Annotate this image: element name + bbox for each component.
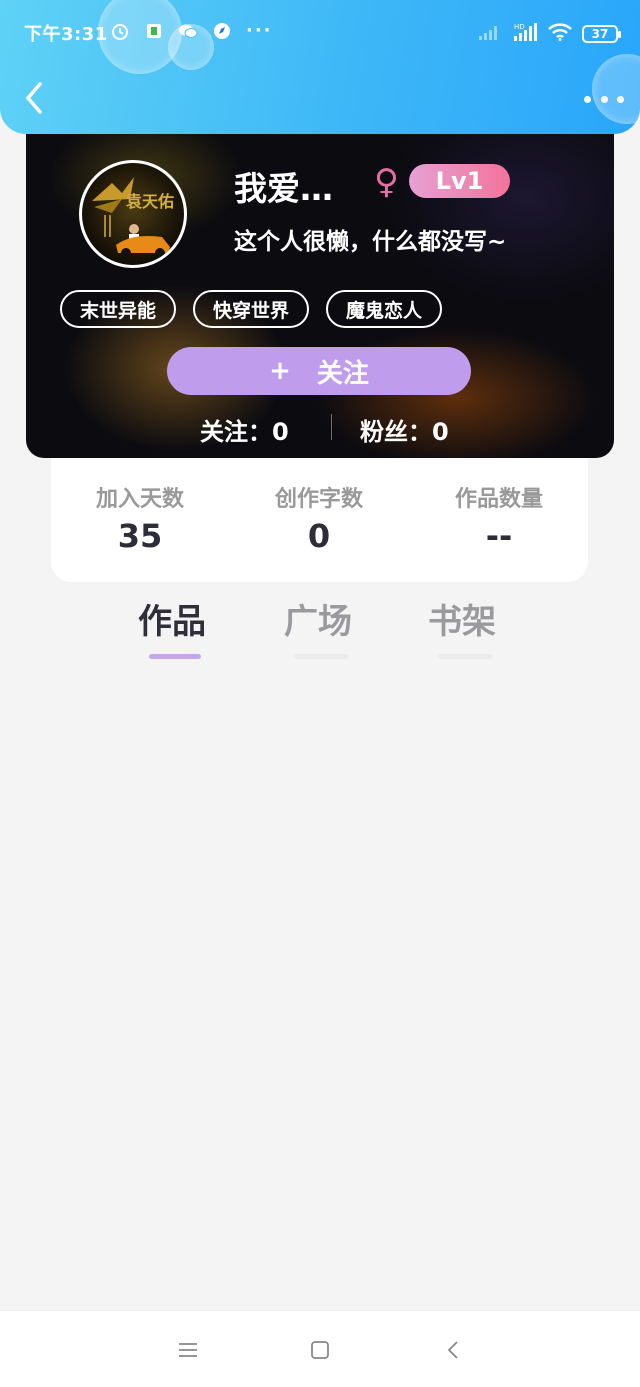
level-badge: Lv1 [409,164,510,198]
square-icon [311,1341,329,1359]
menu-icon [179,1343,197,1357]
back-button[interactable] [20,80,50,116]
joined-days-label: 加入天数 [95,487,184,512]
triangle-back-icon [447,1341,458,1359]
joined-days-value: 35 [117,517,163,555]
status-time: 下午3:31 [24,24,108,45]
stats-card: 加入天数 35 创作字数 0 作品数量 -- [51,445,588,582]
tag-list: 末世异能 快穿世界 魔鬼恋人 [60,290,443,328]
user-bio: 这个人很懒，什么都没写~ [234,229,507,255]
signal-hd-icon: HD [512,22,538,46]
nav-back-button[interactable] [442,1338,466,1362]
more-horizontal-icon [617,95,624,103]
nav-menu-button[interactable] [176,1338,200,1362]
svg-text:袁天佑: 袁天佑 [125,192,174,211]
word-count-label: 创作字数 [274,487,363,512]
wechat-icon [178,21,198,41]
tab-works-indicator [149,654,201,659]
profile-card: 袁天佑 我爱… ♀ Lv1 这个人很懒，什么都没写~ 末世异能 快穿世界 魔鬼恋… [26,118,614,458]
signal-sim2-icon [478,23,502,45]
status-more-dots: ··· [246,20,273,41]
tab-bookshelf[interactable]: 书架 [428,594,496,643]
tab-bar: 作品 广场 书架 [0,594,640,664]
works-count-label: 作品数量 [454,487,543,512]
avatar[interactable]: 袁天佑 [79,160,187,268]
works-count-value: -- [485,517,513,555]
word-count-stat: 创作字数 0 [239,481,399,555]
tab-works[interactable]: 作品 [138,594,206,643]
more-horizontal-icon [584,95,591,103]
tab-square[interactable]: 广场 [284,594,352,643]
tab-bookshelf-indicator [438,654,492,659]
compass-icon [212,21,232,41]
fans-count[interactable]: 粉丝：0 [360,412,449,447]
joined-days-stat: 加入天数 35 [60,481,220,555]
app-header: 下午3:31 ··· HD 37 [0,0,640,134]
svg-text:HD: HD [514,23,525,31]
battery-icon: 37 [582,25,621,43]
word-count-value: 0 [307,517,331,555]
follow-button[interactable]: + 关注 [167,347,471,395]
wifi-icon [548,23,572,45]
status-bar: 下午3:31 ··· HD 37 [0,14,640,48]
alarm-icon [110,21,130,41]
female-icon: ♀ [374,162,399,202]
follow-stats: 关注：0 粉丝：0 [26,412,614,448]
avatar-image: 袁天佑 [92,177,174,258]
notification-app-icon [144,21,164,41]
nav-home-button[interactable] [308,1338,332,1362]
chevron-left-icon [26,82,42,114]
more-options-button[interactable] [584,84,624,114]
stats-divider [331,414,332,440]
tag-item[interactable]: 魔鬼恋人 [326,290,443,328]
works-count-stat: 作品数量 -- [419,481,579,555]
follow-button-label: 关注 [316,358,369,389]
tag-item[interactable]: 末世异能 [60,290,177,328]
plus-icon: + [269,356,291,386]
tag-item[interactable]: 快穿世界 [193,290,310,328]
following-count[interactable]: 关注：0 [200,412,289,447]
system-nav-bar [0,1310,640,1387]
more-horizontal-icon [600,95,608,103]
tab-square-indicator [294,654,348,659]
username: 我爱… [234,169,333,208]
